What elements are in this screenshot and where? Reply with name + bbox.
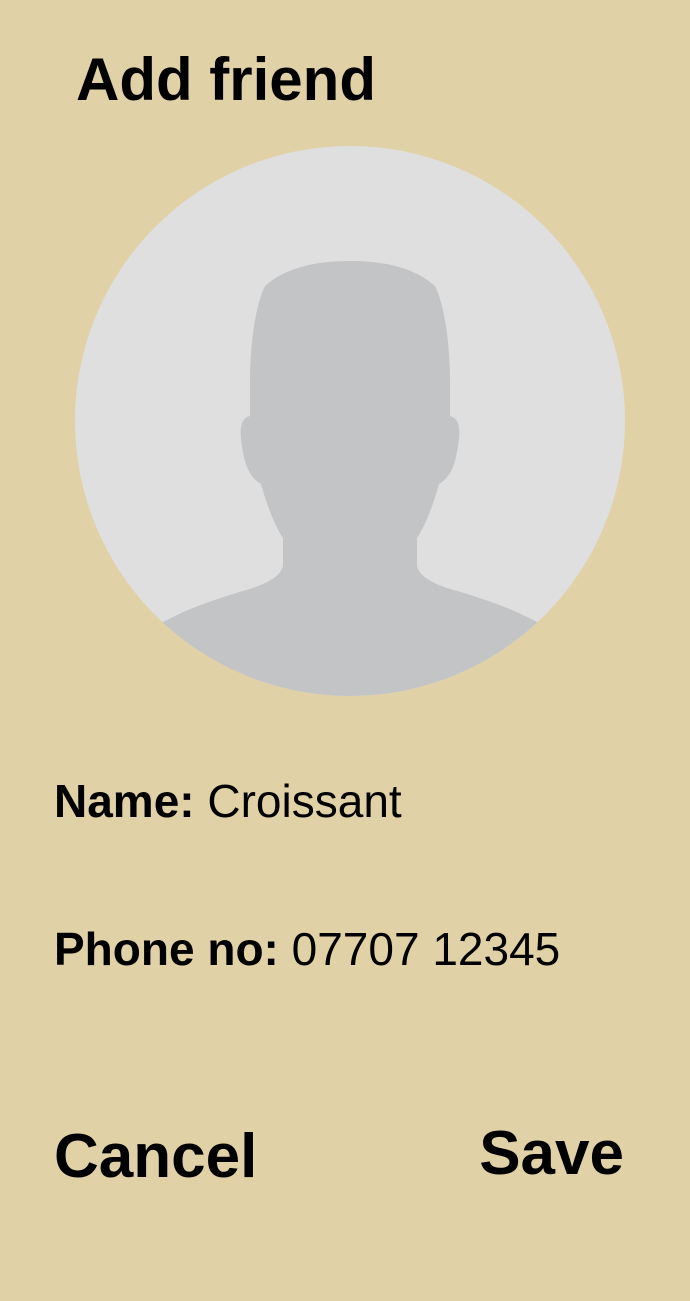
phone-label: Phone no:	[54, 923, 279, 975]
person-silhouette-icon	[75, 146, 625, 696]
cancel-button[interactable]: Cancel	[54, 1121, 257, 1193]
save-button[interactable]: Save	[479, 1118, 624, 1190]
page-title: Add friend	[76, 46, 376, 113]
name-field[interactable]: Name: Croissant	[54, 773, 402, 829]
name-value[interactable]: Croissant	[207, 775, 401, 827]
phone-field[interactable]: Phone no: 07707 12345	[54, 921, 560, 977]
avatar[interactable]	[75, 146, 625, 696]
name-label: Name:	[54, 775, 195, 827]
add-friend-screen: Add friend Name: Croissant Phone no: 077…	[0, 0, 690, 1301]
phone-value[interactable]: 07707 12345	[292, 923, 561, 975]
